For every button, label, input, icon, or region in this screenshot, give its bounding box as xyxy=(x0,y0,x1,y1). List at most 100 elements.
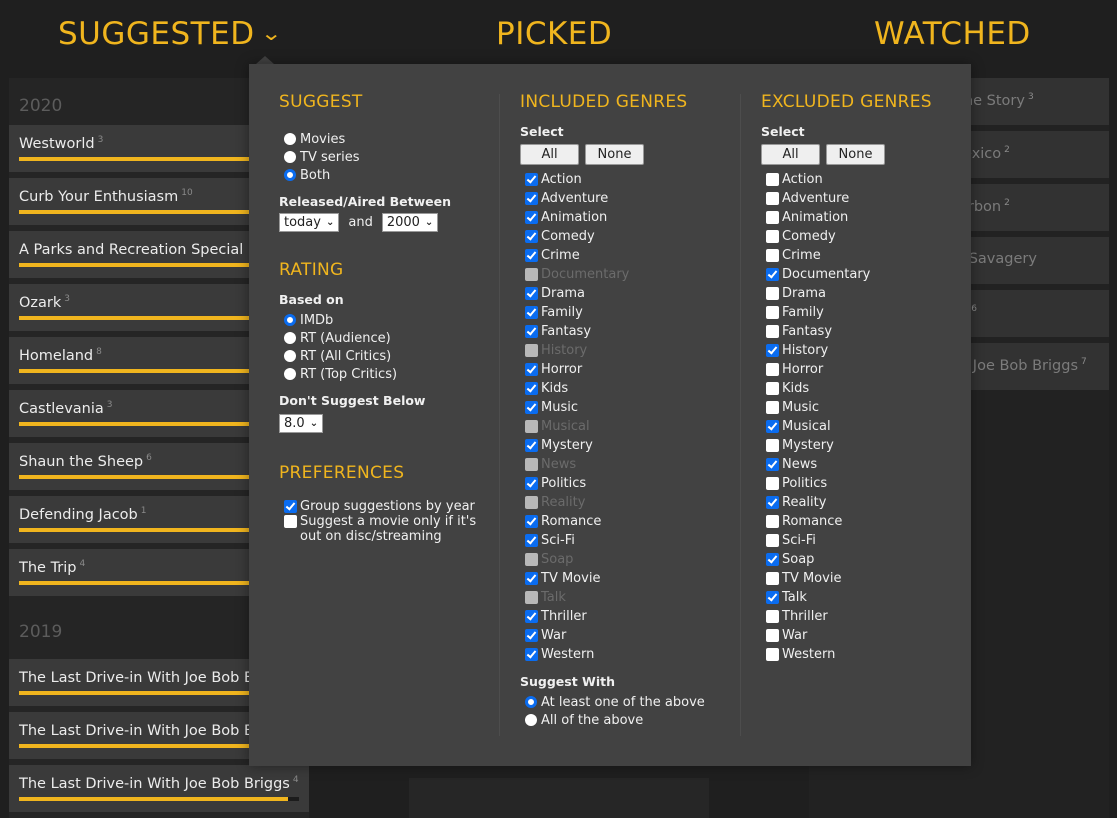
excluded-genre[interactable]: Reality xyxy=(761,493,961,512)
checkbox[interactable] xyxy=(766,553,779,566)
checkbox[interactable] xyxy=(766,173,779,186)
excluded-genre[interactable]: Politics xyxy=(761,474,961,493)
checkbox[interactable] xyxy=(766,572,779,585)
checkbox[interactable] xyxy=(766,629,779,642)
radio-button[interactable] xyxy=(525,714,537,726)
excluded-genre[interactable]: Fantasy xyxy=(761,322,961,341)
included-genre[interactable]: TV Movie xyxy=(520,569,740,588)
checkbox[interactable] xyxy=(525,477,538,490)
checkbox[interactable] xyxy=(766,496,779,509)
included-genre[interactable]: Western xyxy=(520,645,740,664)
nav-picked[interactable]: PICKED xyxy=(496,16,612,52)
rating-source-option[interactable]: IMDb xyxy=(279,311,499,329)
excluded-genre[interactable]: Crime xyxy=(761,246,961,265)
checkbox[interactable] xyxy=(525,572,538,585)
included-select-none-button[interactable]: None xyxy=(585,144,644,165)
suggest-type-option[interactable]: TV series xyxy=(279,148,499,166)
included-genre[interactable]: Horror xyxy=(520,360,740,379)
min-rating-select[interactable]: 8.0 ⌄ xyxy=(279,414,324,433)
checkbox[interactable] xyxy=(766,439,779,452)
checkbox[interactable] xyxy=(284,515,297,528)
checkbox[interactable] xyxy=(766,420,779,433)
excluded-genre[interactable]: Mystery xyxy=(761,436,961,455)
checkbox[interactable] xyxy=(766,477,779,490)
checkbox[interactable] xyxy=(525,629,538,642)
included-genre[interactable]: Thriller xyxy=(520,607,740,626)
excluded-genre[interactable]: Western xyxy=(761,645,961,664)
checkbox[interactable] xyxy=(766,306,779,319)
suggest-type-option[interactable]: Movies xyxy=(279,130,499,148)
rating-source-option[interactable]: RT (Top Critics) xyxy=(279,365,499,383)
checkbox[interactable] xyxy=(766,230,779,243)
excluded-genre[interactable]: Soap xyxy=(761,550,961,569)
included-genre[interactable]: War xyxy=(520,626,740,645)
checkbox[interactable] xyxy=(766,648,779,661)
radio-button[interactable] xyxy=(284,133,296,145)
excluded-select-all-button[interactable]: All xyxy=(761,144,820,165)
rating-source-option[interactable]: RT (All Critics) xyxy=(279,347,499,365)
excluded-genre[interactable]: Drama xyxy=(761,284,961,303)
checkbox[interactable] xyxy=(525,515,538,528)
checkbox[interactable] xyxy=(766,610,779,623)
checkbox[interactable] xyxy=(766,249,779,262)
excluded-genre[interactable]: Adventure xyxy=(761,189,961,208)
excluded-genre[interactable]: War xyxy=(761,626,961,645)
excluded-genre[interactable]: Talk xyxy=(761,588,961,607)
checkbox[interactable] xyxy=(766,211,779,224)
checkbox[interactable] xyxy=(766,192,779,205)
checkbox[interactable] xyxy=(525,306,538,319)
checkbox[interactable] xyxy=(525,287,538,300)
radio-button[interactable] xyxy=(284,350,296,362)
included-genre[interactable]: Adventure xyxy=(520,189,740,208)
excluded-genre[interactable]: Animation xyxy=(761,208,961,227)
radio-button[interactable] xyxy=(284,332,296,344)
checkbox[interactable] xyxy=(766,458,779,471)
included-genre[interactable]: Mystery xyxy=(520,436,740,455)
checkbox[interactable] xyxy=(766,515,779,528)
excluded-genre[interactable]: Music xyxy=(761,398,961,417)
included-genre[interactable]: Crime xyxy=(520,246,740,265)
excluded-genre[interactable]: Musical xyxy=(761,417,961,436)
included-genre[interactable]: Action xyxy=(520,170,740,189)
checkbox[interactable] xyxy=(766,363,779,376)
checkbox[interactable] xyxy=(766,382,779,395)
chevron-down-icon[interactable]: ⌄ xyxy=(260,21,282,45)
checkbox[interactable] xyxy=(284,500,297,513)
checkbox[interactable] xyxy=(766,325,779,338)
excluded-select-none-button[interactable]: None xyxy=(826,144,885,165)
included-genre[interactable]: Kids xyxy=(520,379,740,398)
checkbox[interactable] xyxy=(525,249,538,262)
excluded-genre[interactable]: Comedy xyxy=(761,227,961,246)
checkbox[interactable] xyxy=(525,401,538,414)
included-genre[interactable]: Music xyxy=(520,398,740,417)
checkbox[interactable] xyxy=(525,230,538,243)
release-to-select[interactable]: 2000 ⌄ xyxy=(381,213,439,232)
checkbox[interactable] xyxy=(766,344,779,357)
preference-option[interactable]: Suggest a movie only if it's out on disc… xyxy=(279,514,499,544)
excluded-genre[interactable]: Thriller xyxy=(761,607,961,626)
checkbox[interactable] xyxy=(525,382,538,395)
checkbox[interactable] xyxy=(525,534,538,547)
suggestion-card[interactable]: The Last Drive-in With Joe Bob Briggs 4 xyxy=(9,765,309,812)
included-genre[interactable]: Sci-Fi xyxy=(520,531,740,550)
excluded-genre[interactable]: Action xyxy=(761,170,961,189)
excluded-genre[interactable]: TV Movie xyxy=(761,569,961,588)
checkbox[interactable] xyxy=(766,534,779,547)
excluded-genre[interactable]: Sci-Fi xyxy=(761,531,961,550)
checkbox[interactable] xyxy=(766,591,779,604)
rating-source-option[interactable]: RT (Audience) xyxy=(279,329,499,347)
excluded-genre[interactable]: Family xyxy=(761,303,961,322)
preference-option[interactable]: Group suggestions by year xyxy=(279,499,499,514)
radio-button[interactable] xyxy=(284,169,296,181)
included-genre[interactable]: Politics xyxy=(520,474,740,493)
nav-watched[interactable]: WATCHED xyxy=(874,16,1031,52)
included-genre[interactable]: Comedy xyxy=(520,227,740,246)
checkbox[interactable] xyxy=(525,192,538,205)
release-from-select[interactable]: today ⌄ xyxy=(279,213,340,232)
excluded-genre[interactable]: Horror xyxy=(761,360,961,379)
radio-button[interactable] xyxy=(284,314,296,326)
included-select-all-button[interactable]: All xyxy=(520,144,579,165)
excluded-genre[interactable]: Romance xyxy=(761,512,961,531)
radio-button[interactable] xyxy=(284,368,296,380)
excluded-genre[interactable]: Kids xyxy=(761,379,961,398)
